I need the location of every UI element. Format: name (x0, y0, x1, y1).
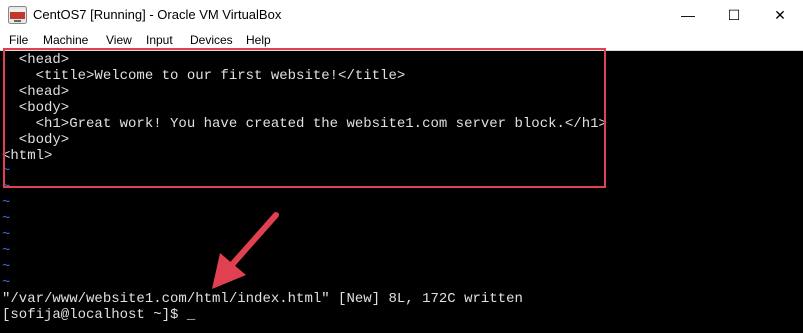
window-title: CentOS7 [Running] - Oracle VM VirtualBox (33, 7, 282, 22)
menu-machine[interactable]: Machine (43, 33, 88, 47)
virtualbox-icon (8, 6, 27, 24)
title-bar[interactable]: CentOS7 [Running] - Oracle VM VirtualBox… (0, 0, 803, 31)
annotation-arrow-icon (212, 212, 279, 289)
vim-empty-line: ~ (2, 275, 11, 291)
minimize-button[interactable]: — (665, 0, 711, 31)
menu-view[interactable]: View (106, 33, 132, 47)
maximize-button[interactable]: ☐ (711, 0, 757, 31)
vim-empty-line: ~ (2, 195, 11, 211)
close-button[interactable]: ✕ (757, 0, 803, 31)
virtualbox-window: CentOS7 [Running] - Oracle VM VirtualBox… (0, 0, 803, 333)
menu-file[interactable]: File (9, 33, 28, 47)
menu-input[interactable]: Input (146, 33, 173, 47)
menu-help[interactable]: Help (246, 33, 271, 47)
vim-empty-line: ~ (2, 211, 11, 227)
vim-empty-line: ~ (2, 259, 11, 275)
vim-empty-line: ~ (2, 227, 11, 243)
vim-empty-line: ~ (2, 243, 11, 259)
shell-prompt: [sofija@localhost ~]$ _ (2, 307, 196, 323)
menu-devices[interactable]: Devices (190, 33, 233, 47)
annotation-highlight-box (3, 48, 606, 188)
